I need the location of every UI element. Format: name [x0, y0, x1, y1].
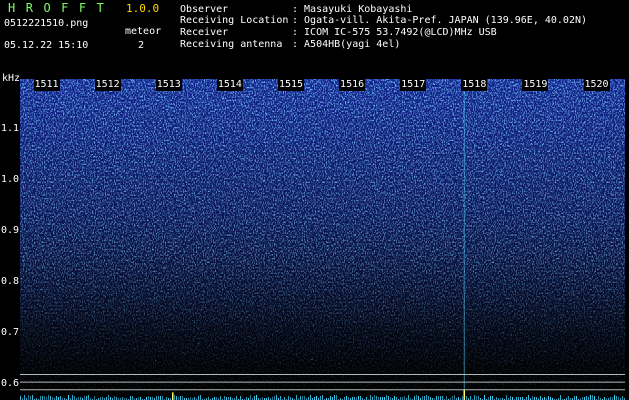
x-tick-label: 1515 — [277, 79, 305, 91]
x-tick-label: 1512 — [94, 79, 121, 91]
spectrogram — [20, 79, 626, 400]
y-tick-label: 0.9 — [1, 224, 20, 236]
spectrogram-noise — [20, 79, 625, 400]
y-tick-label: 0.7 — [1, 326, 20, 338]
x-tick-label: 1511 — [33, 79, 60, 91]
x-tick-label: 1519 — [522, 79, 549, 91]
y-tick-label: 1.0 — [1, 173, 20, 185]
x-tick-label: 1520 — [583, 79, 610, 91]
y-axis-unit-label: kHz — [2, 73, 21, 84]
y-tick-label: 0.8 — [1, 275, 20, 287]
y-tick-label: 0.6 — [1, 377, 20, 389]
x-tick-label: 1516 — [339, 79, 366, 91]
y-tick-label: 1.1 — [1, 122, 20, 134]
x-tick-label: 1514 — [216, 79, 243, 91]
x-tick-label: 1518 — [461, 79, 488, 91]
x-tick-label: 1517 — [400, 79, 427, 91]
x-tick-label: 1513 — [155, 79, 182, 91]
